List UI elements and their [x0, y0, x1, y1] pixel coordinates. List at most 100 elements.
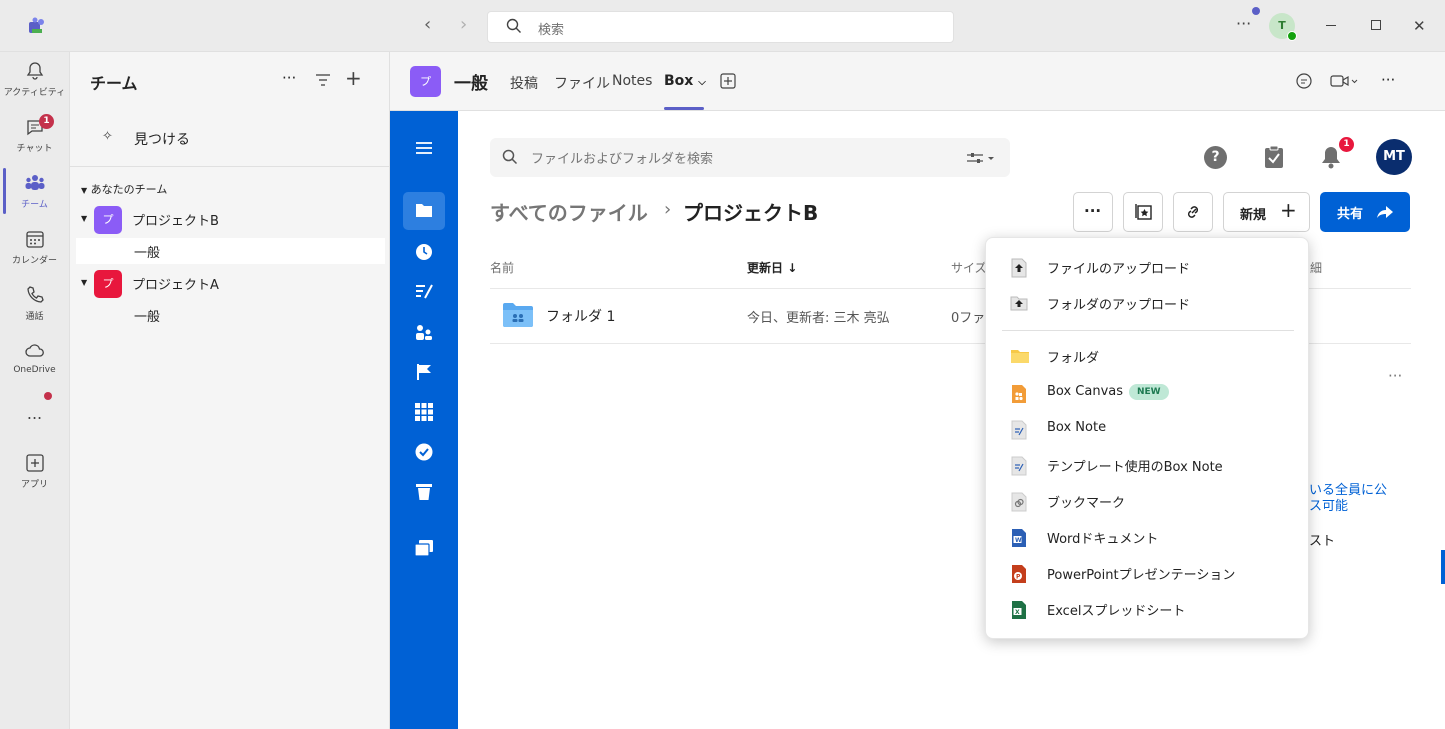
tasks-clipboard-icon[interactable]	[1263, 145, 1285, 173]
more-options-icon[interactable]: ···	[1236, 14, 1251, 33]
share-arrow-icon	[1376, 204, 1394, 224]
caret-down-icon: ▼	[81, 214, 88, 223]
notifications-bell-icon[interactable]	[1320, 145, 1342, 173]
menu-item-powerpoint[interactable]: P PowerPointプレゼンテーション	[986, 556, 1310, 590]
details-list-text: スト	[1309, 534, 1336, 549]
team-avatar: プ	[94, 270, 122, 298]
search-filter-icon[interactable]	[966, 150, 996, 169]
search-icon	[502, 149, 518, 169]
team-name: プロジェクトB	[132, 214, 219, 229]
upload-file-icon	[1010, 258, 1028, 278]
rail-label: アプリ	[20, 480, 48, 490]
bell-icon	[26, 62, 43, 80]
menu-item-upload-folder[interactable]: フォルダのアップロード	[986, 286, 1310, 320]
collection-star-icon	[1135, 203, 1153, 225]
box-search-input[interactable]: ファイルおよびフォルダを検索	[490, 138, 1010, 177]
close-icon[interactable]: ✕	[1413, 17, 1426, 35]
user-avatar[interactable]: MT	[1376, 139, 1412, 175]
box-note-template-icon	[1010, 456, 1028, 476]
restore-icon[interactable]	[1371, 20, 1381, 30]
filter-icon[interactable]	[315, 72, 331, 91]
channel-name: 一般	[134, 246, 161, 261]
svg-text:W: W	[1015, 537, 1022, 544]
menu-item-label: Wordドキュメント	[1047, 532, 1159, 547]
menu-item-box-canvas[interactable]: Box Canvas NEW	[986, 376, 1310, 410]
menu-item-folder[interactable]: フォルダ	[986, 339, 1310, 373]
apps-grid-icon[interactable]	[390, 403, 458, 421]
add-tab-icon[interactable]	[720, 73, 736, 93]
tab-notes[interactable]: Notes	[612, 73, 652, 89]
access-info-text-2[interactable]: ス可能	[1309, 495, 1348, 514]
collaborators-icon[interactable]	[390, 323, 458, 341]
notes-icon[interactable]	[390, 283, 458, 299]
bookmark-icon	[1010, 492, 1028, 512]
menu-item-upload-file[interactable]: ファイルのアップロード	[986, 250, 1310, 284]
teams-panel: チーム ··· + ✧ 見つける ▼ あなたのチーム ▼ プ プロジェクトB 一…	[69, 52, 390, 729]
share-button-label: 共有	[1337, 207, 1364, 222]
relay-flag-icon[interactable]	[390, 363, 458, 381]
menu-item-box-note[interactable]: Box Note	[986, 412, 1310, 446]
app-rail: アクティビティ チャット 1 チーム カレンダー 通話 OneDrive ...…	[0, 52, 69, 729]
channel-item-general-b[interactable]: 一般	[76, 238, 385, 264]
excel-icon: X	[1010, 600, 1028, 620]
share-button[interactable]: 共有	[1320, 192, 1410, 232]
rail-item-activity[interactable]: アクティビティ	[0, 60, 69, 98]
minimize-icon[interactable]	[1326, 25, 1336, 26]
rail-item-chat[interactable]: チャット 1	[0, 114, 69, 154]
rail-item-onedrive[interactable]: OneDrive	[0, 340, 69, 375]
chat-badge: 1	[39, 114, 54, 129]
forward-arrow-icon[interactable]: ›	[460, 14, 467, 35]
menu-item-box-note-template[interactable]: テンプレート使用のBox Note	[986, 448, 1310, 482]
channel-item-general-a[interactable]: 一般	[76, 302, 385, 328]
global-search-input[interactable]: 検索	[487, 11, 954, 43]
file-name[interactable]: フォルダ 1	[546, 306, 615, 326]
rail-item-teams[interactable]: チーム	[0, 172, 69, 210]
add-icon[interactable]: +	[345, 66, 362, 90]
column-header-updated[interactable]: 更新日 ↓	[747, 259, 797, 276]
rail-item-calls[interactable]: 通話	[0, 284, 69, 322]
scrollbar-indicator[interactable]	[1441, 550, 1445, 584]
box-canvas-icon	[1010, 384, 1028, 404]
back-arrow-icon[interactable]: ‹	[424, 14, 431, 35]
details-more-icon[interactable]: ···	[1388, 367, 1402, 385]
hamburger-menu-icon[interactable]	[390, 141, 458, 155]
more-options-icon[interactable]: ···	[282, 69, 296, 87]
recents-icon[interactable]	[390, 243, 458, 261]
menu-item-excel[interactable]: X Excelスプレッドシート	[986, 592, 1310, 626]
help-icon[interactable]: ?	[1204, 146, 1227, 169]
share-link-button[interactable]	[1173, 192, 1213, 232]
tasks-check-icon[interactable]	[390, 443, 458, 461]
breadcrumb-root[interactable]: すべてのファイル	[490, 197, 648, 226]
menu-item-label: Box Note	[1047, 420, 1107, 435]
more-actions-button[interactable]: ···	[1073, 192, 1113, 232]
sparkle-icon: ✧	[102, 129, 113, 144]
video-call-icon[interactable]	[1330, 72, 1358, 94]
conversation-icon[interactable]	[1295, 72, 1313, 94]
copy-window-icon[interactable]	[390, 539, 458, 557]
more-options-icon[interactable]: ···	[1381, 71, 1395, 89]
all-files-icon[interactable]	[390, 202, 458, 218]
rail-item-calendar[interactable]: カレンダー	[0, 228, 69, 266]
your-teams-section[interactable]: ▼ あなたのチーム	[81, 181, 167, 197]
column-header-size[interactable]: サイズ	[951, 259, 987, 276]
team-item-projectb[interactable]: ▼ プ プロジェクトB	[80, 204, 389, 236]
channel-header: プ 一般 投稿 ファイル Notes Box ⌵ ···	[390, 52, 1445, 111]
panel-title: チーム	[90, 74, 138, 93]
tab-posts[interactable]: 投稿	[510, 73, 538, 93]
column-header-name[interactable]: 名前	[490, 259, 514, 276]
file-size: 0ファ	[951, 311, 986, 326]
trash-icon[interactable]	[390, 483, 458, 501]
rail-item-apps[interactable]: アプリ	[0, 452, 69, 490]
team-item-projecta[interactable]: ▼ プ プロジェクトA	[80, 268, 389, 300]
collections-button[interactable]	[1123, 192, 1163, 232]
caret-down-icon: ▼	[81, 278, 88, 287]
word-icon: W	[1010, 528, 1028, 548]
new-button[interactable]: 新規 +	[1223, 192, 1310, 232]
more-options-icon: ···	[1084, 202, 1102, 220]
tab-box[interactable]: Box ⌵	[664, 73, 706, 89]
menu-item-bookmark[interactable]: ブックマーク	[986, 484, 1310, 518]
tab-files[interactable]: ファイル	[554, 73, 610, 93]
rail-item-more[interactable]: ...	[0, 404, 69, 423]
active-tab-indicator	[664, 107, 704, 110]
menu-item-word[interactable]: W Wordドキュメント	[986, 520, 1310, 554]
